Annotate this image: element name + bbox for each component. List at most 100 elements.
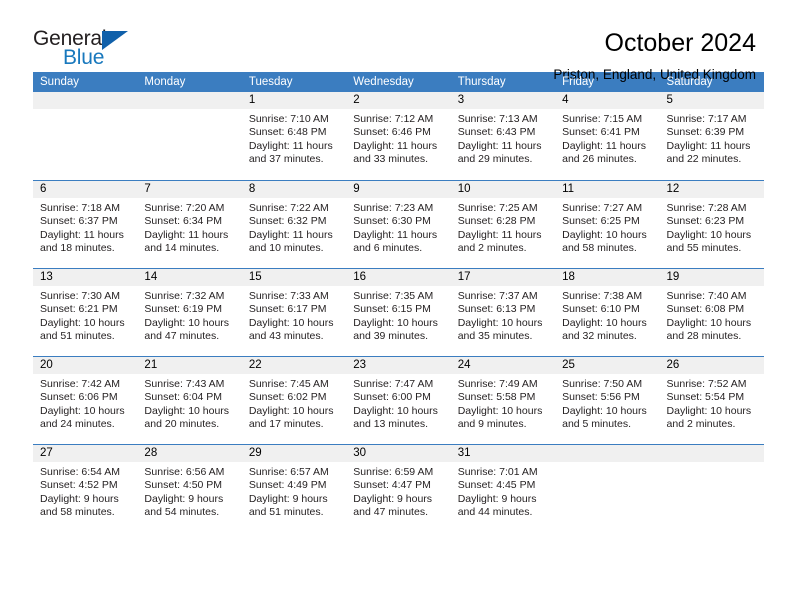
calendar-day-cell[interactable]: 24 Sunrise: 7:49 AM Sunset: 5:58 PM Dayligh… [450,357,556,444]
day-number: 9 [353,183,360,195]
sunset-time: Sunset: 4:49 PM [248,479,327,492]
calendar-day-cell[interactable]: 16 Sunrise: 7:35 AM Sunset: 6:15 PM Dayligh… [346,269,451,356]
sunrise-time: Sunrise: 6:59 AM [353,466,434,478]
day-number-band: 3 [450,92,556,109]
calendar-weeks: 1 Sunrise: 7:10 AM Sunset: 6:48 PM Daylight… [33,92,764,532]
calendar-day-cell[interactable]: 25 Sunrise: 7:50 AM Sunset: 5:56 PM Dayligh… [555,357,660,444]
calendar-day-cell[interactable]: 14 Sunrise: 7:32 AM Sunset: 6:19 PM Dayligh… [137,269,242,356]
calendar-day-cell-empty [555,445,660,532]
day-sun-info: Sunrise: 7:12 AM Sunset: 6:46 PM Daylight:… [346,109,450,167]
calendar-day-cell[interactable]: 21 Sunrise: 7:43 AM Sunset: 6:04 PM Dayligh… [137,357,242,444]
calendar-day-cell[interactable]: 12 Sunrise: 7:28 AM Sunset: 6:23 PM Dayligh… [659,181,764,268]
daylight-duration-line2: and 58 minutes. [40,506,115,519]
daylight-duration-line1: Daylight: 10 hours [457,316,543,329]
calendar-day-cell[interactable]: 17 Sunrise: 7:37 AM Sunset: 6:13 PM Dayligh… [450,269,556,356]
sunrise-time: Sunrise: 7:40 AM [666,290,747,302]
day-sun-info: Sunrise: 7:30 AM Sunset: 6:21 PM Daylight:… [33,286,137,344]
calendar-day-cell[interactable]: 31 Sunrise: 7:01 AM Sunset: 4:45 PM Dayligh… [450,445,556,532]
sunrise-time: Sunrise: 6:56 AM [144,466,225,478]
calendar-day-cell[interactable]: 22 Sunrise: 7:45 AM Sunset: 6:02 PM Dayligh… [241,357,347,444]
day-number-band: 30 [346,445,451,462]
sunrise-time: Sunrise: 7:18 AM [40,202,120,214]
calendar-day-cell[interactable]: 28 Sunrise: 6:56 AM Sunset: 4:50 PM Dayligh… [137,445,242,532]
calendar-day-cell[interactable]: 15 Sunrise: 7:33 AM Sunset: 6:17 PM Dayligh… [241,269,347,356]
day-number: 14 [144,271,158,283]
calendar-day-cell[interactable]: 23 Sunrise: 7:47 AM Sunset: 6:00 PM Dayligh… [346,357,451,444]
sunset-time: Sunset: 6:19 PM [144,303,223,316]
calendar-day-cell[interactable]: 29 Sunrise: 6:57 AM Sunset: 4:49 PM Dayligh… [241,445,347,532]
sunset-time: Sunset: 6:41 PM [562,126,640,139]
daylight-duration-line2: and 24 minutes. [40,418,115,431]
sunrise-time: Sunrise: 7:12 AM [353,113,434,125]
day-number-band: 7 [137,181,242,198]
day-sun-info: Sunrise: 7:49 AM Sunset: 5:58 PM Daylight:… [451,374,555,432]
daylight-duration-line1: Daylight: 9 hours [144,492,224,505]
day-number-band: 20 [33,357,138,374]
day-number: 5 [666,94,673,106]
calendar-day-cell[interactable]: 18 Sunrise: 7:38 AM Sunset: 6:10 PM Dayligh… [555,269,660,356]
sunset-time: Sunset: 6:46 PM [353,126,431,139]
calendar-day-cell[interactable]: 4 Sunrise: 7:15 AM Sunset: 6:41 PM Daylight… [555,92,660,180]
day-number-band: 26 [659,357,764,374]
calendar-day-cell[interactable]: 3 Sunrise: 7:13 AM Sunset: 6:43 PM Daylight… [450,92,556,180]
daylight-duration-line1: Daylight: 11 hours [40,228,124,241]
day-sun-info: Sunrise: 7:42 AM Sunset: 6:06 PM Daylight:… [33,374,137,432]
daylight-duration-line1: Daylight: 10 hours [666,404,752,417]
sunrise-sunset-calendar: Sunday Monday Tuesday Wednesday Thursday… [33,72,764,532]
sunrise-time: Sunrise: 7:10 AM [248,113,329,125]
daylight-duration-line1: Daylight: 10 hours [353,404,438,417]
daylight-duration-line1: Daylight: 10 hours [562,404,647,417]
general-blue-logo[interactable]: General Blue [33,26,143,72]
calendar-day-cell[interactable]: 7 Sunrise: 7:20 AM Sunset: 6:34 PM Daylight… [137,181,242,268]
calendar-day-cell[interactable]: 20 Sunrise: 7:42 AM Sunset: 6:06 PM Dayligh… [33,357,138,444]
sunrise-time: Sunrise: 7:43 AM [144,378,225,390]
daylight-duration-line1: Daylight: 10 hours [666,316,752,329]
calendar-day-cell[interactable]: 9 Sunrise: 7:23 AM Sunset: 6:30 PM Daylight… [346,181,451,268]
calendar-day-cell[interactable]: 19 Sunrise: 7:40 AM Sunset: 6:08 PM Dayligh… [659,269,764,356]
day-number-band: 21 [137,357,242,374]
page-title: October 2024 [604,29,757,57]
calendar-day-cell[interactable]: 11 Sunrise: 7:27 AM Sunset: 6:25 PM Dayligh… [555,181,660,268]
day-sun-info: Sunrise: 6:57 AM Sunset: 4:49 PM Daylight:… [242,462,346,520]
day-number: 22 [248,359,262,371]
daylight-duration-line2: and 14 minutes. [144,242,220,255]
sunset-time: Sunset: 4:47 PM [353,479,431,492]
daylight-duration-line2: and 33 minutes. [353,153,428,166]
calendar-week-row: 6 Sunrise: 7:18 AM Sunset: 6:37 PM Daylight… [33,180,764,268]
daylight-duration-line2: and 47 minutes. [353,506,428,519]
calendar-day-cell[interactable]: 27 Sunrise: 6:54 AM Sunset: 4:52 PM Dayligh… [33,445,138,532]
day-number: 8 [248,183,256,195]
calendar-day-cell[interactable]: 6 Sunrise: 7:18 AM Sunset: 6:37 PM Daylight… [33,181,138,268]
day-number-band: 23 [346,357,451,374]
sunrise-time: Sunrise: 7:22 AM [248,202,329,214]
calendar-day-cell[interactable]: 30 Sunrise: 6:59 AM Sunset: 4:47 PM Dayligh… [346,445,451,532]
day-number-band: 6 [33,181,138,198]
day-sun-info: Sunrise: 7:01 AM Sunset: 4:45 PM Daylight:… [451,462,555,520]
daylight-duration-line1: Daylight: 11 hours [457,228,542,241]
daylight-duration-line2: and 37 minutes. [248,153,324,166]
sunrise-time: Sunrise: 7:50 AM [562,378,643,390]
sunset-time: Sunset: 6:28 PM [457,215,536,228]
sunset-time: Sunset: 6:32 PM [248,215,327,228]
daylight-duration-line1: Daylight: 11 hours [248,139,333,152]
calendar-day-cell[interactable]: 2 Sunrise: 7:12 AM Sunset: 6:46 PM Daylight… [346,92,451,180]
daylight-duration-line1: Daylight: 9 hours [40,492,119,505]
calendar-day-cell[interactable]: 26 Sunrise: 7:52 AM Sunset: 5:54 PM Dayligh… [659,357,764,444]
daylight-duration-line1: Daylight: 10 hours [248,404,334,417]
daylight-duration-line1: Daylight: 10 hours [457,404,543,417]
sunset-time: Sunset: 5:56 PM [562,391,640,404]
sunrise-time: Sunrise: 7:32 AM [144,290,225,302]
weekday-header-wednesday: Wednesday [353,76,414,88]
sunrise-time: Sunrise: 7:15 AM [562,113,643,125]
sunrise-time: Sunrise: 7:13 AM [457,113,538,125]
calendar-day-cell[interactable]: 8 Sunrise: 7:22 AM Sunset: 6:32 PM Daylight… [241,181,347,268]
daylight-duration-line1: Daylight: 10 hours [666,228,752,241]
weekday-header-tuesday: Tuesday [248,76,293,88]
day-number: 27 [40,447,53,459]
calendar-day-cell[interactable]: 5 Sunrise: 7:17 AM Sunset: 6:39 PM Daylight… [659,92,764,180]
sunrise-time: Sunrise: 7:52 AM [666,378,747,390]
calendar-day-cell[interactable]: 10 Sunrise: 7:25 AM Sunset: 6:28 PM Dayligh… [450,181,556,268]
calendar-day-cell[interactable]: 1 Sunrise: 7:10 AM Sunset: 6:48 PM Daylight… [241,92,347,180]
day-number-band: 11 [555,181,660,198]
calendar-day-cell[interactable]: 13 Sunrise: 7:30 AM Sunset: 6:21 PM Dayligh… [33,269,138,356]
